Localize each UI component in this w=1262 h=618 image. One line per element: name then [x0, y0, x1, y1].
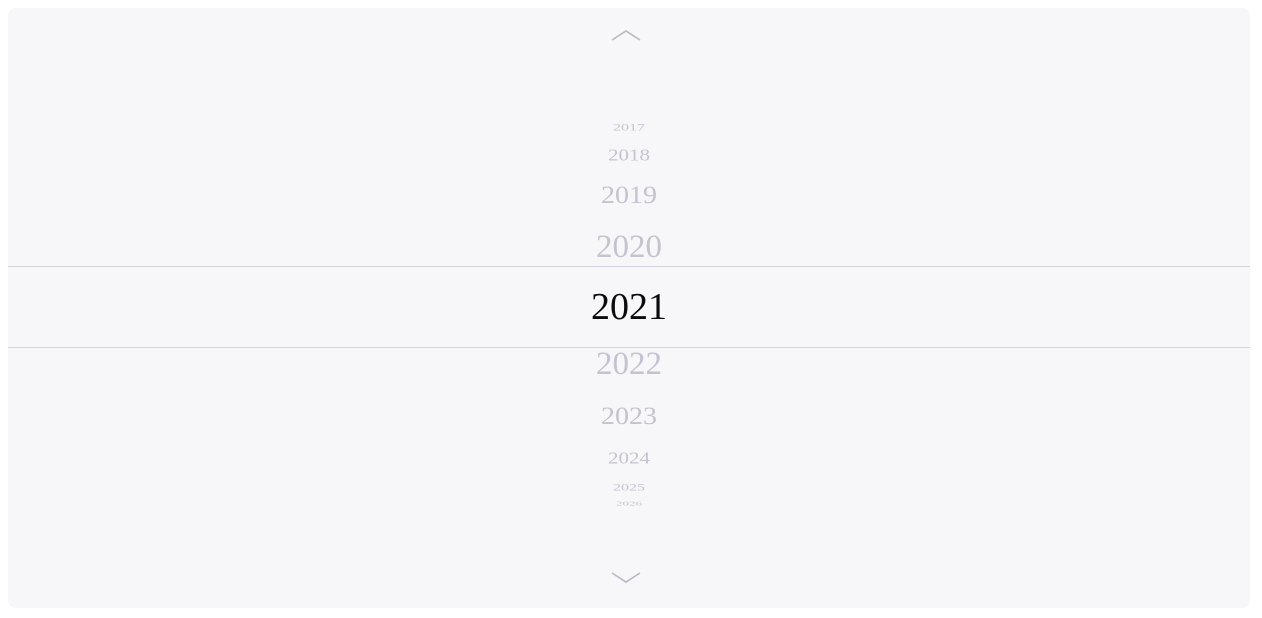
year-option-2024[interactable]: 2024: [8, 450, 1250, 467]
year-option-2017[interactable]: 2017: [8, 123, 1250, 133]
chevron-up-icon: [611, 30, 641, 41]
year-option-2023[interactable]: 2023: [8, 404, 1250, 429]
scroll-up-button[interactable]: [606, 22, 646, 48]
chevron-down-icon: [611, 572, 641, 583]
year-option-2019[interactable]: 2019: [8, 183, 1250, 208]
scroll-down-button[interactable]: [606, 565, 646, 591]
selected-year-2021[interactable]: 2021: [8, 288, 1250, 326]
year-option-2022[interactable]: 2022: [8, 348, 1250, 381]
year-option-2025[interactable]: 2025: [8, 483, 1250, 493]
year-picker[interactable]: 2017 2018 2019 2020 2021 2022 2023 2024 …: [8, 8, 1250, 608]
year-option-2026[interactable]: 2026: [8, 501, 1250, 507]
year-option-2018[interactable]: 2018: [8, 147, 1250, 164]
year-option-2020[interactable]: 2020: [8, 231, 1250, 264]
